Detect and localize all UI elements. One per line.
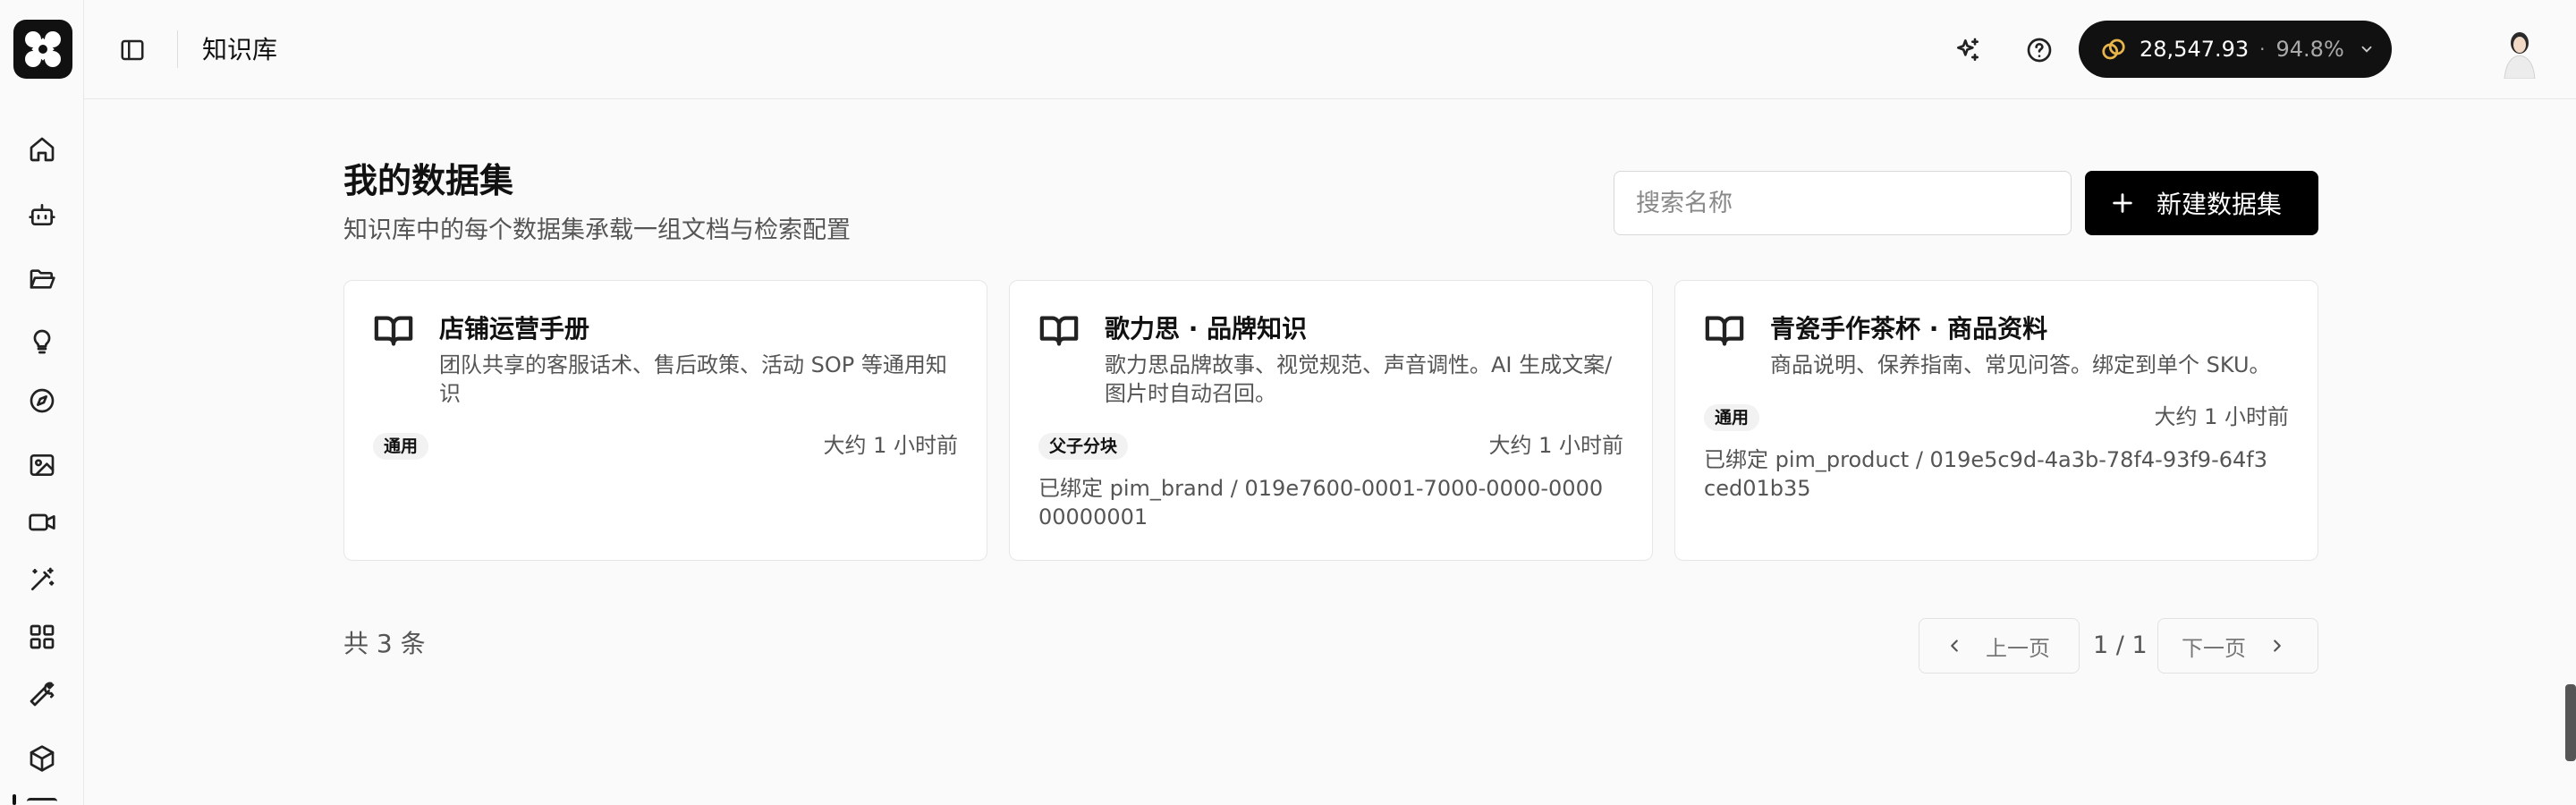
page-title: 我的数据集 <box>343 161 514 200</box>
top-header: 知识库 28,547.93 · 94.8% <box>84 0 2576 99</box>
video-icon <box>29 513 55 531</box>
prev-page-button[interactable]: 上一页 <box>1919 618 2080 674</box>
chevron-down-icon <box>2361 46 2372 53</box>
book-open-icon <box>1038 309 1080 351</box>
dataset-title: 青瓷手作茶杯 · 商品资料 <box>1770 314 2048 343</box>
book-open-icon <box>373 309 414 351</box>
new-dataset-button[interactable]: 新建数据集 <box>2085 171 2318 235</box>
home-icon <box>30 137 55 162</box>
grid-icon <box>30 624 55 649</box>
book-open-icon <box>1704 309 1745 351</box>
sidebar-item-more[interactable] <box>27 798 57 805</box>
chevron-left-icon <box>1951 640 1958 652</box>
lightbulb-icon <box>33 329 51 354</box>
dataset-card[interactable]: 青瓷手作茶杯 · 商品资料 商品说明、保养指南、常见问答。绑定到单个 SKU。 … <box>1674 280 2318 561</box>
dataset-card[interactable]: 歌力思 · 品牌知识 歌力思品牌故事、视觉规范、声音调性。AI 生成文案/图片时… <box>1009 280 1653 561</box>
sidebar-item-ideas[interactable] <box>24 324 60 360</box>
bot-icon <box>29 204 55 225</box>
app-logo[interactable] <box>13 20 72 79</box>
folder-open-icon <box>30 269 55 289</box>
search-input[interactable] <box>1614 171 2072 235</box>
credits-value: 28,547.93 <box>2140 37 2250 62</box>
user-avatar[interactable] <box>2496 25 2544 79</box>
chunking-badge: 父子分块 <box>1038 433 1129 460</box>
prev-page-label: 上一页 <box>1986 635 2050 661</box>
help-circle-icon <box>2027 38 2052 63</box>
dataset-card[interactable]: 店铺运营手册 团队共享的客服话术、售后政策、活动 SOP 等通用知识 通用 大约… <box>343 280 987 561</box>
compass-icon <box>30 388 55 413</box>
sidebar-item-apps[interactable] <box>24 619 60 655</box>
dataset-title: 店铺运营手册 <box>439 314 590 343</box>
active-indicator <box>13 794 16 805</box>
sparkles-icon <box>1957 38 1979 61</box>
chevron-right-icon <box>2274 640 2281 652</box>
dataset-title: 歌力思 · 品牌知识 <box>1105 314 1308 343</box>
ai-sparkle-button[interactable] <box>1949 31 1987 69</box>
avatar-image <box>2496 25 2544 79</box>
magic-wand-icon <box>31 567 55 590</box>
dataset-updated-time: 大约 1 小时前 <box>823 433 958 458</box>
sidebar-item-files[interactable] <box>24 261 60 297</box>
page-indicator: 1 / 1 <box>2093 631 2148 659</box>
next-page-button[interactable]: 下一页 <box>2157 618 2318 674</box>
chunking-badge: 通用 <box>373 433 429 460</box>
dataset-binding: 已绑定 pim_brand / 019e7600-0001-7000-0000-… <box>1038 476 1604 530</box>
credits-percent: 94.8% <box>2275 37 2344 62</box>
dataset-description: 团队共享的客服话术、售后政策、活动 SOP 等通用知识 <box>439 352 947 406</box>
page-breadcrumb-title: 知识库 <box>202 35 278 64</box>
plus-icon <box>2113 193 2132 213</box>
app-root: 知识库 28,547.93 · 94.8% 我的数据集 知识库中的每个数据集承载… <box>0 0 2576 805</box>
new-dataset-label: 新建数据集 <box>2157 190 2283 219</box>
page-subtitle: 知识库中的每个数据集承载一组文档与检索配置 <box>343 216 851 244</box>
image-icon <box>30 454 55 476</box>
credits-separator: · <box>2259 38 2266 60</box>
dataset-updated-time: 大约 1 小时前 <box>2154 404 2289 429</box>
sidebar-toggle-button[interactable] <box>114 32 150 68</box>
wrench-icon <box>30 682 55 707</box>
dataset-description: 商品说明、保养指南、常见问答。绑定到单个 SKU。 <box>1770 352 2271 377</box>
credits-balance-button[interactable]: 28,547.93 · 94.8% <box>2079 21 2392 78</box>
dataset-binding: 已绑定 pim_product / 019e5c9d-4a3b-78f4-93f… <box>1704 447 2267 501</box>
sidebar <box>0 0 84 805</box>
sidebar-item-magic[interactable] <box>24 562 60 597</box>
sidebar-item-images[interactable] <box>24 447 60 483</box>
sidebar-item-bot[interactable] <box>24 197 60 233</box>
header-divider <box>177 30 178 68</box>
logo-mark-icon <box>25 31 61 67</box>
sidebar-item-home[interactable] <box>24 131 60 167</box>
dataset-updated-time: 大约 1 小时前 <box>1488 433 1623 458</box>
sidebar-panel-icon <box>121 39 144 61</box>
next-page-label: 下一页 <box>2182 635 2246 661</box>
sidebar-item-tools[interactable] <box>24 676 60 712</box>
scrollbar-thumb[interactable] <box>2565 684 2576 761</box>
total-count: 共 3 条 <box>343 629 426 658</box>
chunking-badge: 通用 <box>1704 404 1760 431</box>
sidebar-item-explore[interactable] <box>24 383 60 419</box>
sidebar-item-products[interactable] <box>24 741 60 776</box>
box-icon <box>30 745 55 772</box>
dataset-description: 歌力思品牌故事、视觉规范、声音调性。AI 生成文案/图片时自动召回。 <box>1105 352 1613 406</box>
coins-icon <box>2102 38 2125 60</box>
help-button[interactable] <box>2021 31 2058 69</box>
sidebar-item-video[interactable] <box>24 504 60 540</box>
